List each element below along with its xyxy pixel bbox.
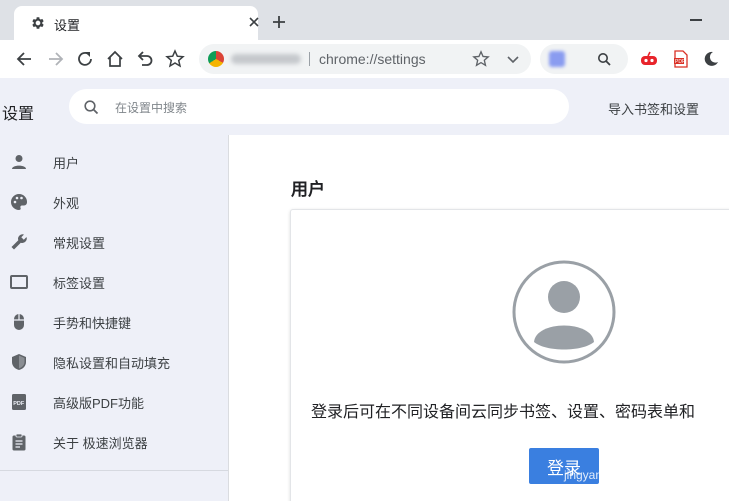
search-engine-box[interactable] [540, 44, 628, 74]
sidebar-divider [0, 470, 228, 471]
sidebar-item-label: 高级版PDF功能 [53, 396, 145, 411]
blurred-site-name [231, 54, 301, 64]
sidebar-item-label: 标签设置 [53, 276, 106, 291]
sync-description: 登录后可在不同设备间云同步书签、设置、密码表单和 [311, 404, 696, 421]
shield-icon [12, 354, 26, 370]
sidebar-item-label: 隐私设置和自动填充 [53, 356, 171, 371]
undo-icon[interactable] [135, 49, 155, 69]
search-icon [84, 100, 99, 115]
home-icon[interactable] [105, 49, 125, 69]
sidebar-item-tabs[interactable]: 标签设置 [0, 261, 228, 301]
mouse-icon [14, 314, 24, 330]
clipboard-info-icon [12, 433, 26, 451]
sidebar-item-label: 关于 极速浏览器 [53, 436, 148, 451]
watermark-url: jingyan.baidu.com [564, 468, 661, 482]
user-avatar-icon [512, 260, 616, 364]
close-icon[interactable] [248, 16, 260, 28]
palette-icon [11, 193, 28, 210]
plus-icon[interactable] [272, 15, 286, 29]
star-outline-icon[interactable] [165, 49, 185, 69]
site-favicon-icon [208, 51, 224, 67]
svg-text:PDF: PDF [13, 401, 25, 407]
tab-strip: 设置 [0, 0, 729, 40]
sidebar-item-gestures[interactable]: 手势和快捷键 [0, 301, 228, 341]
settings-header: 设置 在设置中搜索 导入书签和设置 [0, 78, 729, 135]
search-placeholder: 在设置中搜索 [115, 101, 188, 115]
sidebar-item-privacy[interactable]: 隐私设置和自动填充 [0, 341, 228, 381]
search-engine-icon [549, 51, 565, 67]
forward-arrow-icon[interactable] [45, 49, 65, 69]
star-icon[interactable] [472, 50, 490, 68]
browser-toolbar: chrome://settings PDF [0, 40, 729, 78]
section-title: 用户 [291, 180, 325, 199]
person-icon [12, 155, 26, 169]
pdf-icon: PDF [12, 394, 26, 410]
sidebar-item-pdf[interactable]: PDF 高级版PDF功能 [0, 381, 228, 421]
tab-title: 设置 [54, 18, 81, 33]
back-arrow-icon[interactable] [15, 49, 35, 69]
wrench-icon [11, 234, 27, 250]
address-separator [309, 52, 310, 66]
pdf-icon[interactable]: PDF [672, 50, 690, 68]
search-icon[interactable] [597, 52, 611, 66]
url-text[interactable]: chrome://settings [319, 51, 426, 67]
sidebar-item-about[interactable]: 关于 极速浏览器 [0, 421, 228, 461]
import-bookmarks-link[interactable]: 导入书签和设置 [608, 99, 699, 118]
sidebar-item-users[interactable]: 用户 [0, 141, 228, 181]
sidebar-item-general[interactable]: 常规设置 [0, 221, 228, 261]
dark-mode-moon-icon[interactable] [702, 50, 720, 68]
svg-text:PDF: PDF [675, 59, 685, 65]
address-bar[interactable]: chrome://settings [199, 44, 531, 74]
sidebar-item-label: 常规设置 [53, 236, 106, 251]
tab-icon [10, 275, 28, 289]
sidebar-item-label: 手势和快捷键 [53, 316, 132, 331]
settings-sidebar: 用户 外观 常规设置 标签设置 手势和快捷键 隐私设置和自动填充 PDF 高级版… [0, 135, 229, 501]
sidebar-item-appearance[interactable]: 外观 [0, 181, 228, 221]
reload-icon[interactable] [75, 49, 95, 69]
gear-icon [32, 17, 44, 29]
game-controller-icon[interactable] [640, 50, 658, 68]
sidebar-item-label: 外观 [53, 196, 80, 211]
sidebar-item-label: 用户 [53, 156, 80, 171]
minimize-icon[interactable] [690, 19, 702, 21]
chevron-down-icon[interactable] [505, 51, 521, 67]
tab-settings[interactable]: 设置 [14, 6, 260, 40]
page-title: 设置 [2, 106, 35, 123]
settings-search-input[interactable]: 在设置中搜索 [69, 89, 569, 124]
